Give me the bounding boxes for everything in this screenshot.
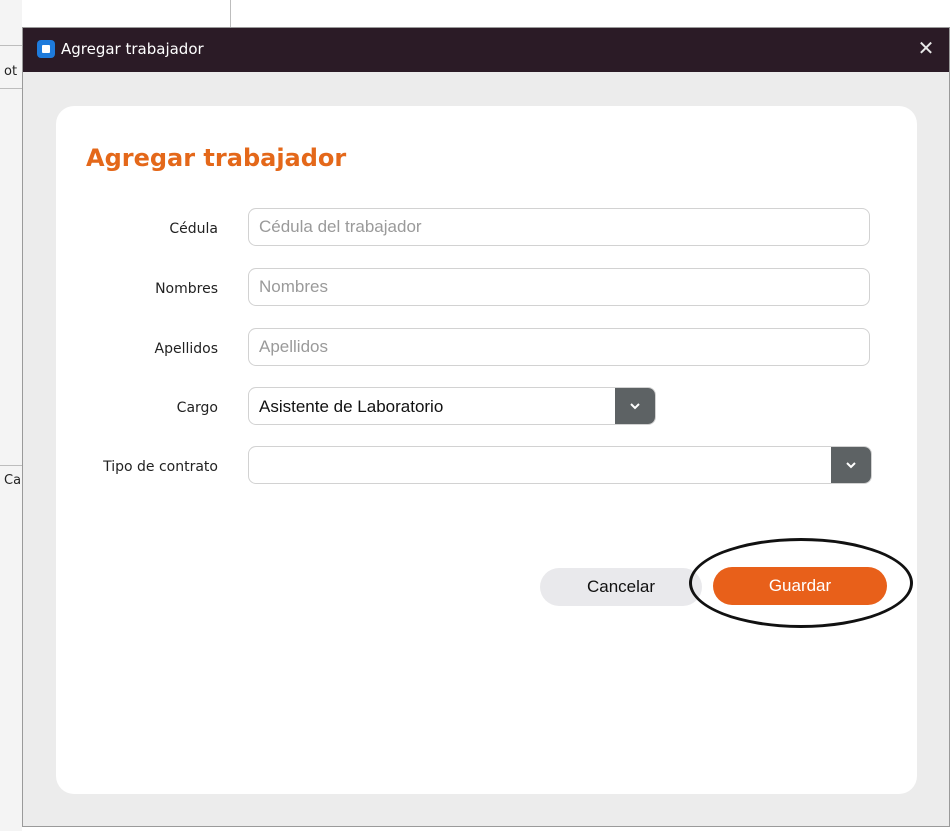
- save-button[interactable]: Guardar: [713, 567, 887, 605]
- nombres-input[interactable]: [248, 268, 870, 306]
- background-text-fragment: Ca: [4, 473, 22, 488]
- cedula-input[interactable]: [248, 208, 870, 246]
- cargo-select[interactable]: Asistente de Laboratorio: [248, 387, 656, 425]
- cedula-label: Cédula: [169, 221, 218, 237]
- background-divider: [0, 465, 22, 466]
- form-card: Agregar trabajador Cédula Nombres Apelli…: [56, 106, 917, 794]
- close-icon[interactable]: ✕: [911, 34, 941, 64]
- cancel-button[interactable]: Cancelar: [540, 568, 702, 606]
- app-icon: [37, 40, 55, 58]
- background-divider: [0, 45, 22, 46]
- background-divider: [230, 0, 231, 27]
- nombres-label: Nombres: [155, 281, 218, 297]
- cargo-selected-value: Asistente de Laboratorio: [259, 397, 444, 416]
- cargo-label: Cargo: [176, 400, 218, 416]
- background-app-edge: [0, 0, 22, 831]
- apellidos-label: Apellidos: [154, 341, 219, 357]
- add-worker-dialog: Agregar trabajador ✕ Agregar trabajador …: [22, 27, 950, 827]
- form-heading: Agregar trabajador: [86, 144, 347, 172]
- background-divider: [0, 88, 22, 89]
- tipo-contrato-select[interactable]: [248, 446, 872, 484]
- chevron-down-icon[interactable]: [615, 388, 655, 424]
- chevron-down-icon[interactable]: [831, 447, 871, 483]
- apellidos-input[interactable]: [248, 328, 870, 366]
- tipo-contrato-label: Tipo de contrato: [103, 459, 218, 475]
- background-text-fragment: ot: [4, 64, 18, 79]
- dialog-title: Agregar trabajador: [61, 40, 204, 58]
- dialog-titlebar[interactable]: Agregar trabajador ✕: [23, 28, 949, 72]
